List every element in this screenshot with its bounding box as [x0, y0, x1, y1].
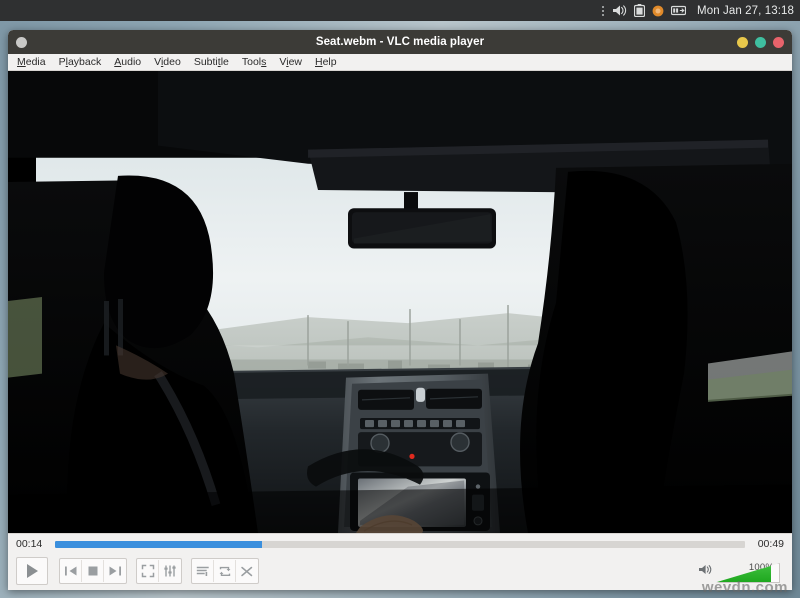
seek-bar-fill [55, 541, 262, 548]
menu-dots-icon[interactable] [602, 6, 604, 16]
menu-item-media[interactable]: Media [17, 55, 46, 69]
loop-icon [218, 565, 232, 578]
stop-icon [87, 565, 99, 577]
system-tray: Mon Jan 27, 13:18 [602, 4, 794, 17]
maximize-button[interactable] [755, 37, 766, 48]
playlist-button[interactable] [192, 560, 214, 582]
transport-button-group [59, 558, 127, 584]
view-button-group [136, 558, 182, 584]
speaker-icon[interactable] [698, 563, 713, 581]
total-time-label: 00:49 [753, 538, 784, 550]
skip-forward-icon [108, 565, 122, 577]
menu-item-help[interactable]: Help [315, 55, 337, 69]
next-button[interactable] [104, 560, 126, 582]
seek-bar[interactable] [55, 541, 745, 548]
menu-bar: Media Playback Audio Video Subtitle Tool… [8, 54, 792, 71]
play-button-group [16, 557, 48, 585]
playlist-button-group [191, 558, 259, 584]
desktop-top-panel: Mon Jan 27, 13:18 [0, 0, 800, 21]
playback-control-bar: 00:14 00:49 [8, 533, 792, 590]
shuffle-button[interactable] [236, 560, 258, 582]
app-menu-button[interactable] [16, 37, 27, 48]
playlist-icon [196, 565, 210, 577]
vlc-media-player-window: Seat.webm - VLC media player Media Playb… [8, 30, 792, 590]
play-button[interactable] [17, 558, 47, 584]
video-frame [8, 71, 792, 533]
close-button[interactable] [773, 37, 784, 48]
play-icon [25, 563, 40, 579]
fullscreen-button[interactable] [137, 560, 159, 582]
loop-button[interactable] [214, 560, 236, 582]
volume-icon[interactable] [612, 4, 627, 17]
stop-button[interactable] [82, 560, 104, 582]
menu-item-audio[interactable]: Audio [114, 55, 141, 69]
equalizer-icon [163, 564, 177, 578]
menu-item-video[interactable]: Video [154, 55, 181, 69]
window-buttons [737, 37, 784, 48]
menu-item-playback[interactable]: Playback [59, 55, 102, 69]
menu-item-tools[interactable]: Tools [242, 55, 267, 69]
network-icon[interactable] [671, 5, 686, 16]
seek-row: 00:14 00:49 [8, 534, 792, 554]
user-icon[interactable] [652, 5, 664, 17]
buttons-row: 100% [8, 554, 792, 590]
window-title-bar: Seat.webm - VLC media player [8, 30, 792, 54]
fullscreen-icon [141, 564, 155, 578]
menu-item-view[interactable]: View [279, 55, 302, 69]
volume-area: 100% [698, 556, 784, 586]
shuffle-icon [240, 565, 254, 578]
volume-slider[interactable]: 100% [716, 563, 780, 583]
elapsed-time-label: 00:14 [16, 538, 47, 550]
video-display-area[interactable] [8, 71, 792, 533]
minimize-button[interactable] [737, 37, 748, 48]
window-title: Seat.webm - VLC media player [8, 36, 792, 48]
battery-icon[interactable] [634, 4, 645, 17]
previous-button[interactable] [60, 560, 82, 582]
clock-label[interactable]: Mon Jan 27, 13:18 [697, 5, 794, 17]
settings-button[interactable] [159, 560, 181, 582]
menu-item-subtitle[interactable]: Subtitle [194, 55, 229, 69]
skip-backward-icon [64, 565, 78, 577]
